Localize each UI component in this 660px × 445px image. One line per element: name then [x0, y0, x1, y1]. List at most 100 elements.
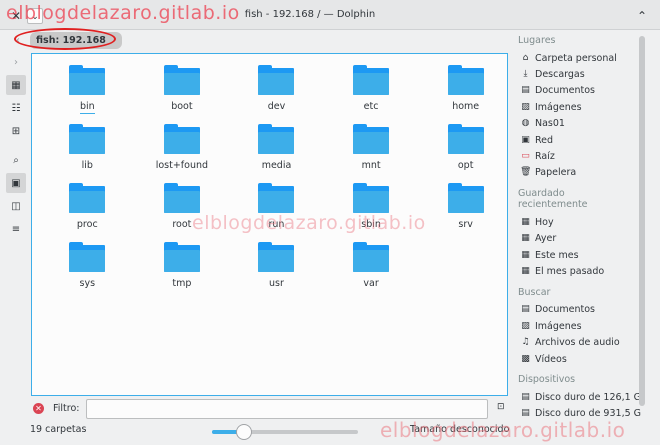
place-icon: ▤ [521, 408, 530, 419]
place-item[interactable]: ▦ El mes pasado [512, 263, 634, 279]
place-icon: ▤ [521, 85, 530, 96]
place-icon: ▣ [521, 134, 530, 145]
folder-item[interactable]: boot [135, 64, 230, 123]
folder-grid: bin boot dev etc home lib lost+found media mnt op… [40, 64, 513, 300]
folder-icon [447, 65, 484, 95]
place-item[interactable]: ▨ Imágenes [512, 99, 634, 115]
place-icon: ▭ [521, 151, 530, 162]
icons-view-icon[interactable]: ▦ [6, 75, 26, 95]
folder-icon [353, 65, 390, 95]
folder-item[interactable]: home [418, 64, 513, 123]
watermark-top: elblogdelazaro.gitlab.io [6, 2, 240, 24]
folder-icon [258, 65, 295, 95]
place-icon: ▦ [521, 233, 530, 244]
place-label: El mes pasado [535, 265, 605, 277]
search-icon[interactable]: ⌕ [6, 150, 26, 170]
place-item[interactable]: ▦ Este mes [512, 247, 634, 263]
filter-input[interactable] [86, 399, 488, 419]
folder-label: srv [458, 219, 473, 230]
place-icon: ▤ [521, 304, 530, 315]
place-icon: ▦ [521, 265, 530, 276]
forward-arrow-icon[interactable]: › [6, 52, 26, 72]
place-item[interactable]: ▦ Hoy [512, 214, 634, 230]
place-item[interactable]: ▭ Raíz [512, 148, 634, 164]
place-label: Red [535, 134, 554, 146]
place-icon: ◍ [521, 118, 530, 129]
folder-icon [163, 124, 200, 154]
place-icon: ♫ [521, 337, 530, 348]
place-label: Disco duro de 931,5 G [535, 408, 642, 420]
places-section-title: Buscar [518, 286, 551, 298]
place-label: Archivos de audio [535, 337, 620, 349]
place-label: Este mes [535, 249, 579, 261]
folder-icon [163, 183, 200, 213]
place-item[interactable]: ♫ Archivos de audio [512, 334, 634, 350]
split-view-icon[interactable]: ◫ [6, 196, 26, 216]
place-label: Imágenes [535, 101, 582, 113]
details-view-icon[interactable]: ⊞ [6, 121, 26, 141]
place-label: Vídeos [535, 353, 567, 365]
place-item[interactable]: ▩ Vídeos [512, 351, 634, 367]
place-item[interactable]: ▣ Red [512, 132, 634, 148]
folder-item[interactable]: media [229, 123, 324, 182]
scrollbar-thumb[interactable] [639, 36, 645, 406]
folder-item[interactable]: etc [324, 64, 419, 123]
preview-icon[interactable]: ▣ [6, 173, 26, 193]
folder-item[interactable]: proc [40, 182, 135, 241]
place-icon: ▦ [521, 249, 530, 260]
folder-item[interactable]: sys [40, 241, 135, 300]
zoom-slider[interactable] [212, 424, 358, 440]
place-icon: ▨ [521, 101, 530, 112]
place-label: Documentos [535, 85, 595, 97]
folder-item[interactable]: usr [229, 241, 324, 300]
folder-item[interactable]: lost+found [135, 123, 230, 182]
folder-item[interactable]: bin [40, 64, 135, 123]
filter-label: Filtro: [53, 403, 80, 414]
folder-icon [69, 242, 106, 272]
folder-label: etc [363, 101, 379, 112]
folder-icon [163, 65, 200, 95]
folder-icon [69, 183, 106, 213]
place-label: Documentos [535, 304, 595, 316]
place-item[interactable]: ▤ Documentos [512, 302, 634, 318]
clear-filter-icon[interactable]: ✕ [33, 403, 44, 414]
folder-icon [69, 124, 106, 154]
collapse-icon[interactable]: ⌃ [634, 8, 650, 24]
lock-icon[interactable]: ⊡ [497, 402, 505, 412]
folder-item[interactable]: srv [418, 182, 513, 241]
compact-view-icon[interactable]: ☷ [6, 98, 26, 118]
folder-item[interactable]: lib [40, 123, 135, 182]
folder-icon [447, 124, 484, 154]
watermark-middle: elblogdelazaro.gitlab.io [192, 212, 426, 234]
zoom-slider-handle[interactable] [236, 424, 253, 440]
menu-icon[interactable]: ≡ [6, 219, 26, 239]
place-item[interactable]: ▤ Disco duro de 931,5 G [512, 406, 641, 422]
place-item[interactable]: ▤ Disco duro de 126,1 G [512, 389, 641, 405]
folder-label: lost+found [155, 160, 209, 171]
folder-item[interactable]: var [324, 241, 419, 300]
place-item[interactable]: ⌂ Carpeta personal [512, 50, 634, 66]
folder-label: lib [81, 160, 93, 171]
place-icon: 🗑 [520, 167, 532, 178]
place-label: Descargas [535, 69, 585, 81]
folder-label: var [363, 278, 379, 289]
folder-label: usr [269, 278, 284, 289]
place-item[interactable]: ▤ Documentos [512, 83, 634, 99]
folder-label: proc [76, 219, 98, 230]
place-item[interactable]: ▨ Imágenes [512, 318, 634, 334]
places-scrollbar[interactable] [638, 36, 646, 416]
folder-label: opt [457, 160, 474, 171]
place-item[interactable]: ◍ Nas01 [512, 116, 634, 132]
folder-item[interactable]: mnt [324, 123, 419, 182]
folder-icon [258, 242, 295, 272]
folder-item[interactable]: tmp [135, 241, 230, 300]
places-section-title: Guardado recientemente [518, 188, 588, 211]
place-item[interactable]: 🗑 Papelera [512, 165, 634, 181]
place-icon: ⌂ [522, 52, 529, 63]
place-item[interactable]: ⤓ Descargas [512, 66, 634, 82]
place-item[interactable]: ▦ Ayer [512, 231, 634, 247]
folder-item[interactable]: opt [418, 123, 513, 182]
folder-label: dev [267, 101, 286, 112]
folder-item[interactable]: dev [229, 64, 324, 123]
folder-label: mnt [361, 160, 381, 171]
